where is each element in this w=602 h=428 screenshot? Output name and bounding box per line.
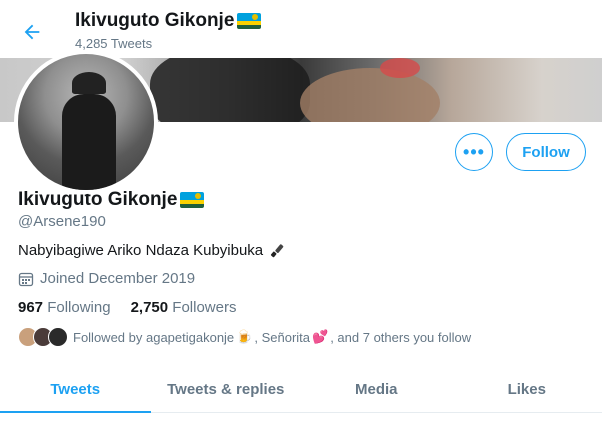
header-name-text: Ikivuguto Gikonje bbox=[75, 10, 235, 31]
tweet-count: 4,285 Tweets bbox=[75, 36, 153, 51]
profile-tabs: Tweets Tweets & replies Media Likes bbox=[0, 366, 602, 413]
rwanda-flag-icon bbox=[237, 13, 262, 29]
following-count: 967 bbox=[18, 299, 44, 316]
bio-text: Nabyibagiwe Ariko Ndaza Kubyibuka bbox=[18, 242, 264, 259]
tab-tweets[interactable]: Tweets bbox=[0, 366, 151, 413]
follower-avatars bbox=[18, 327, 68, 347]
following-link[interactable]: 967 Following bbox=[18, 299, 111, 316]
header-profile-name: Ikivuguto Gikonje bbox=[75, 10, 262, 32]
profile-handle: @Arsene190 bbox=[18, 213, 106, 230]
followers-label: Followers bbox=[172, 299, 237, 316]
tab-likes[interactable]: Likes bbox=[452, 366, 602, 412]
rwanda-flag-icon bbox=[180, 192, 205, 208]
calendar-icon bbox=[18, 272, 34, 286]
followed-by-prefix: Followed by agapetigakonje bbox=[73, 329, 235, 345]
back-button[interactable] bbox=[14, 14, 50, 50]
follower-avatar bbox=[48, 327, 68, 347]
profile-bio: Nabyibagiwe Ariko Ndaza Kubyibuka bbox=[18, 242, 285, 259]
tab-tweets-and-replies[interactable]: Tweets & replies bbox=[151, 366, 302, 412]
follow-button[interactable]: Follow bbox=[506, 133, 586, 171]
followed-by-row[interactable]: Followed by agapetigakonje 🍺 , Señorita … bbox=[18, 327, 471, 347]
profile-name: Ikivuguto Gikonje bbox=[18, 189, 205, 211]
hearts-icon: 💕 bbox=[312, 329, 329, 344]
followed-by-suffix: , and 7 others you follow bbox=[330, 329, 472, 345]
more-options-button[interactable]: ••• bbox=[455, 133, 493, 171]
paintbrush-icon bbox=[271, 243, 284, 257]
joined-text: Joined December 2019 bbox=[40, 270, 196, 287]
tab-media[interactable]: Media bbox=[301, 366, 452, 412]
following-label: Following bbox=[47, 299, 111, 316]
arrow-left-icon bbox=[24, 24, 40, 40]
profile-avatar[interactable] bbox=[14, 50, 158, 194]
joined-date: Joined December 2019 bbox=[18, 270, 195, 287]
follow-stats: 967 Following 2,750 Followers bbox=[18, 299, 256, 316]
followed-by-middle: , Señorita bbox=[254, 329, 311, 345]
followers-link[interactable]: 2,750 Followers bbox=[131, 299, 237, 316]
beer-icon: 🍺 bbox=[236, 329, 253, 344]
followers-count: 2,750 bbox=[130, 299, 169, 316]
